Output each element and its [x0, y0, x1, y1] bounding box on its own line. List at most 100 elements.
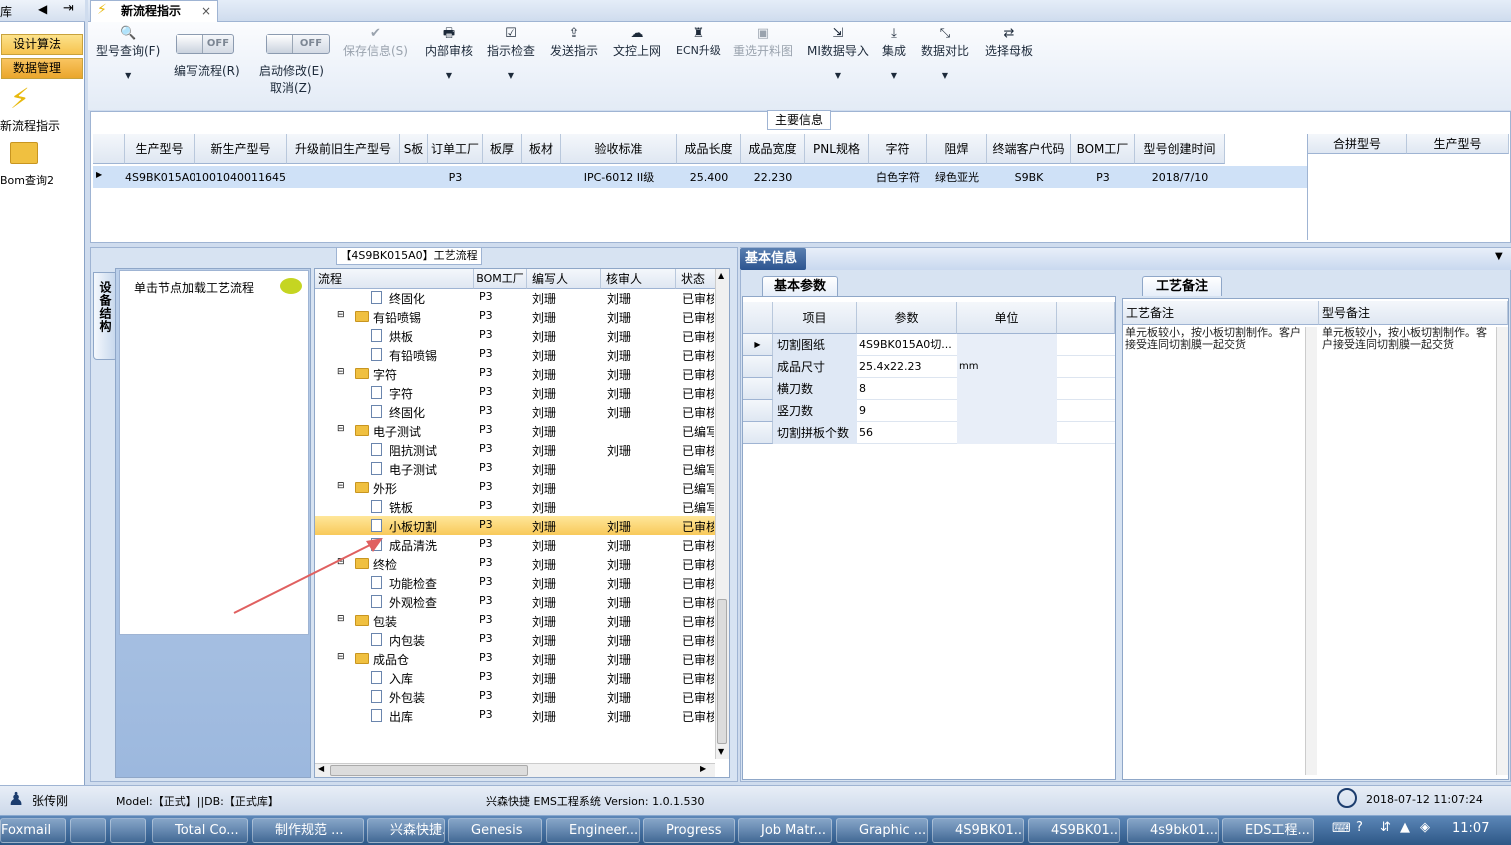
taskbar-item[interactable]: Engineer... — [546, 818, 640, 843]
vertical-scrollbar[interactable] — [1305, 327, 1317, 775]
document-icon — [371, 329, 382, 342]
tree-row[interactable]: 阻抗测试 P3 刘珊 刘珊 已审核 — [315, 440, 715, 459]
chevron-up-icon[interactable]: ▲ — [1400, 820, 1410, 835]
param-value[interactable]: 25.4x22.23 — [857, 356, 957, 378]
folder-icon — [355, 482, 369, 493]
param-value[interactable]: 4S9BK015A0切... — [857, 334, 957, 356]
close-icon[interactable]: × — [201, 1, 211, 21]
internal-review-button[interactable]: 🖶 内部审核 ▼ — [425, 26, 473, 80]
pin-icon[interactable]: ⇥ — [63, 1, 74, 16]
scroll-thumb[interactable] — [717, 599, 727, 744]
param-value[interactable]: 56 — [857, 422, 957, 444]
taskbar-item[interactable] — [70, 818, 106, 843]
tree-row[interactable]: 入库 P3 刘珊 刘珊 已审核 — [315, 668, 715, 687]
data-management-button[interactable]: 数据管理 — [1, 58, 83, 79]
collapse-icon[interactable]: ⊟ — [337, 424, 345, 434]
tree-row[interactable]: 出库 P3 刘珊 刘珊 已审核 — [315, 706, 715, 725]
tree-row[interactable]: 电子测试 P3 刘珊 已编写 — [315, 459, 715, 478]
collapse-icon[interactable]: ⊟ — [337, 367, 345, 377]
bom-query-nav-item[interactable]: Bom查询2 — [0, 172, 54, 188]
taskbar-item[interactable]: Genesis — [448, 818, 542, 843]
mi-import-button[interactable]: ⇲ MI数据导入 ▼ — [807, 26, 869, 80]
chevron-down-icon[interactable]: ▼ — [1495, 251, 1503, 262]
model-remarks-text[interactable]: 单元板较小，按小板切割制作。客户接受连同切割膜一起交货 — [1322, 327, 1494, 351]
scroll-thumb[interactable] — [330, 765, 528, 776]
taskbar-item[interactable]: 兴森快捷... — [367, 818, 445, 843]
start-modify-toggle[interactable]: OFF — [266, 34, 330, 54]
model-query-button[interactable]: 🔍 型号查询(F) ▼ — [96, 26, 160, 80]
vertical-scrollbar[interactable] — [1496, 327, 1508, 775]
taskbar-item[interactable]: 4S9BK01... — [932, 818, 1024, 843]
taskbar-item[interactable]: 4s9bk01... — [1127, 818, 1219, 843]
taskbar-item[interactable]: Progress — [643, 818, 735, 843]
collapse-icon[interactable]: ⊟ — [337, 652, 345, 662]
table-row[interactable]: ▶ 4S9BK015A0 10010400116457 P3 IPC-6012 II级 2… — [93, 166, 1307, 188]
table-row[interactable]: ▶ 切割图纸 4S9BK015A0切... — [743, 334, 1115, 356]
upload-button[interactable]: ☁ 文控上网 — [613, 26, 661, 59]
new-flow-nav-item[interactable]: 新流程指示 — [0, 117, 60, 134]
tree-row[interactable]: 内包装 P3 刘珊 刘珊 已审核 — [315, 630, 715, 649]
tab-basic-params[interactable]: 基本参数 — [762, 276, 838, 296]
design-algorithm-button[interactable]: 设计算法 — [1, 34, 83, 55]
tree-row[interactable]: 字符 P3 刘珊 刘珊 已审核 — [315, 383, 715, 402]
table-row[interactable]: 切割拼板个数 56 — [743, 422, 1115, 444]
tree-row[interactable]: 铣板 P3 刘珊 已编写 — [315, 497, 715, 516]
tree-row[interactable]: ⊟ 有铅喷锡 P3 刘珊 刘珊 已审核 — [315, 307, 715, 326]
tree-status: 已审核 — [682, 653, 714, 667]
save-info-button[interactable]: ✔ 保存信息(S) — [343, 26, 408, 59]
arrow-down-icon[interactable]: ▼ — [718, 747, 724, 756]
horizontal-scrollbar[interactable]: ◀ ▶ — [315, 763, 715, 777]
tree-writer: 刘珊 — [532, 539, 557, 553]
integrate-button[interactable]: ⤓ 集成 ▼ — [882, 26, 906, 80]
taskbar-item[interactable]: 4S9BK01... — [1028, 818, 1120, 843]
table-row[interactable]: 横刀数 8 — [743, 378, 1115, 400]
keyboard-icon[interactable]: ⌨ — [1332, 821, 1351, 836]
param-value[interactable]: 9 — [857, 400, 957, 422]
taskbar-item[interactable]: Job Matr... — [738, 818, 832, 843]
tree-row[interactable]: 终固化 P3 刘珊 刘珊 已审核 — [315, 402, 715, 421]
arrow-up-icon[interactable]: ▲ — [718, 271, 724, 280]
taskbar-item[interactable]: EDS工程... — [1222, 818, 1314, 843]
taskbar-item[interactable]: 制作规范 ... — [252, 818, 364, 843]
process-remarks-text[interactable]: 单元板较小，按小板切割制作。客户接受连同切割膜一起交货 — [1125, 327, 1303, 351]
tree-row[interactable]: ⊟ 外形 P3 刘珊 已编写 — [315, 478, 715, 497]
taskbar-item[interactable]: Graphic ... — [836, 818, 928, 843]
tab-process-remarks[interactable]: 工艺备注 — [1142, 276, 1222, 296]
collapse-icon[interactable]: ⊟ — [337, 481, 345, 491]
taskbar-item[interactable]: Foxmail — [0, 818, 66, 843]
instruction-check-label: 指示检查 — [487, 44, 536, 58]
lightning-icon: ⚡ — [97, 2, 107, 18]
table-cell: S9BK — [1014, 171, 1044, 184]
taskbar-clock[interactable]: 11:07 — [1452, 821, 1489, 836]
ecn-upgrade-button[interactable]: ♜ ECN升级 — [676, 26, 721, 58]
arrow-right-icon[interactable]: ▶ — [700, 764, 706, 773]
tab-new-flow[interactable]: ⚡ 新流程指示 × — [90, 0, 218, 22]
tree-row[interactable]: 有铅喷锡 P3 刘珊 刘珊 已审核 — [315, 345, 715, 364]
tree-reviewer: 刘珊 — [607, 520, 632, 534]
cancel-button[interactable]: 取消(Z) — [270, 79, 312, 96]
write-flow-toggle[interactable]: OFF — [176, 34, 234, 54]
table-row[interactable]: 竖刀数 9 — [743, 400, 1115, 422]
send-instruction-button[interactable]: ⇪ 发送指示 — [550, 26, 598, 59]
data-compare-button[interactable]: ⤡ 数据对比 ▼ — [921, 26, 969, 80]
tree-row[interactable]: 终固化 P3 刘珊 刘珊 已审核 — [315, 288, 715, 307]
tree-row[interactable]: ⊟ 字符 P3 刘珊 刘珊 已审核 — [315, 364, 715, 383]
network-icon[interactable]: ⇵ — [1380, 820, 1391, 835]
param-value[interactable]: 8 — [857, 378, 957, 400]
collapse-icon[interactable]: ⊟ — [337, 310, 345, 320]
tree-row[interactable]: ⊟ 成品仓 P3 刘珊 刘珊 已审核 — [315, 649, 715, 668]
select-master-button[interactable]: ⇄ 选择母板 — [985, 26, 1033, 59]
shield-icon[interactable]: ◈ — [1420, 820, 1430, 835]
arrow-left-icon[interactable]: ◀ — [318, 764, 324, 773]
taskbar-item[interactable] — [110, 818, 146, 843]
tree-row[interactable]: 外包装 P3 刘珊 刘珊 已审核 — [315, 687, 715, 706]
help-icon[interactable]: ? — [1356, 820, 1363, 835]
vertical-scrollbar[interactable]: ▲ ▼ — [715, 269, 729, 759]
taskbar-item[interactable]: Total Co... — [152, 818, 248, 843]
reselect-map-button[interactable]: ▣ 重选开料图 — [733, 26, 793, 59]
arrow-left-icon[interactable]: ◀ — [38, 2, 47, 16]
instruction-check-button[interactable]: ☑ 指示检查 ▼ — [487, 26, 535, 80]
tree-row[interactable]: 烘板 P3 刘珊 刘珊 已审核 — [315, 326, 715, 345]
table-row[interactable]: 成品尺寸 25.4x22.23 mm — [743, 356, 1115, 378]
tree-row[interactable]: ⊟ 电子测试 P3 刘珊 已编写 — [315, 421, 715, 440]
